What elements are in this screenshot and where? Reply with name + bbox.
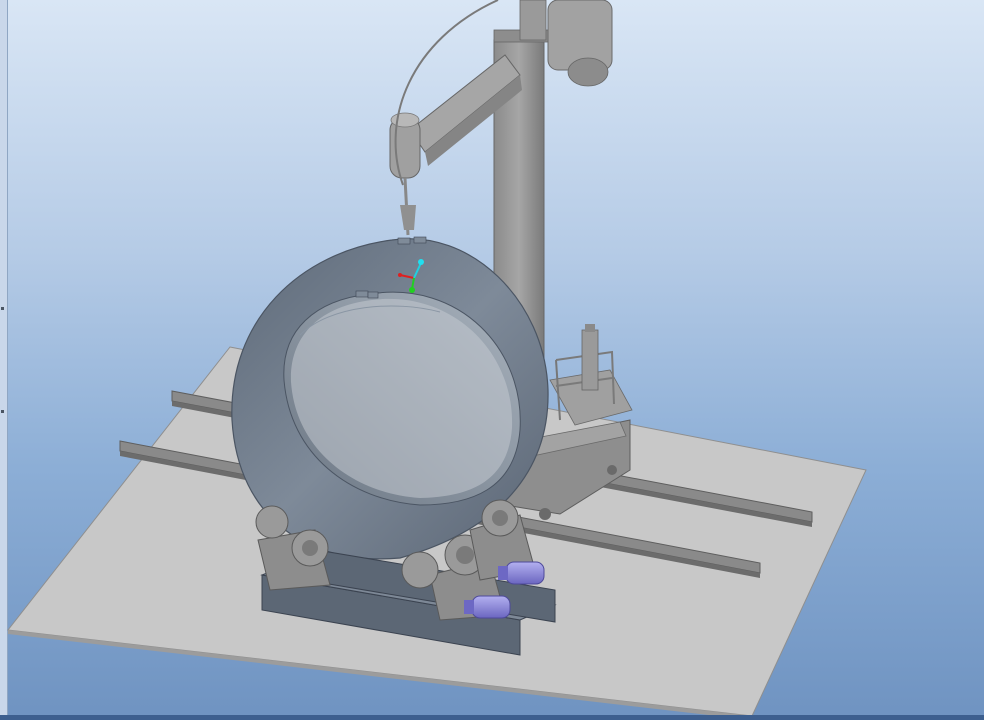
viewport-bottom-border — [0, 715, 984, 720]
3d-viewport[interactable] — [0, 0, 984, 720]
model-scene[interactable] — [0, 0, 984, 720]
